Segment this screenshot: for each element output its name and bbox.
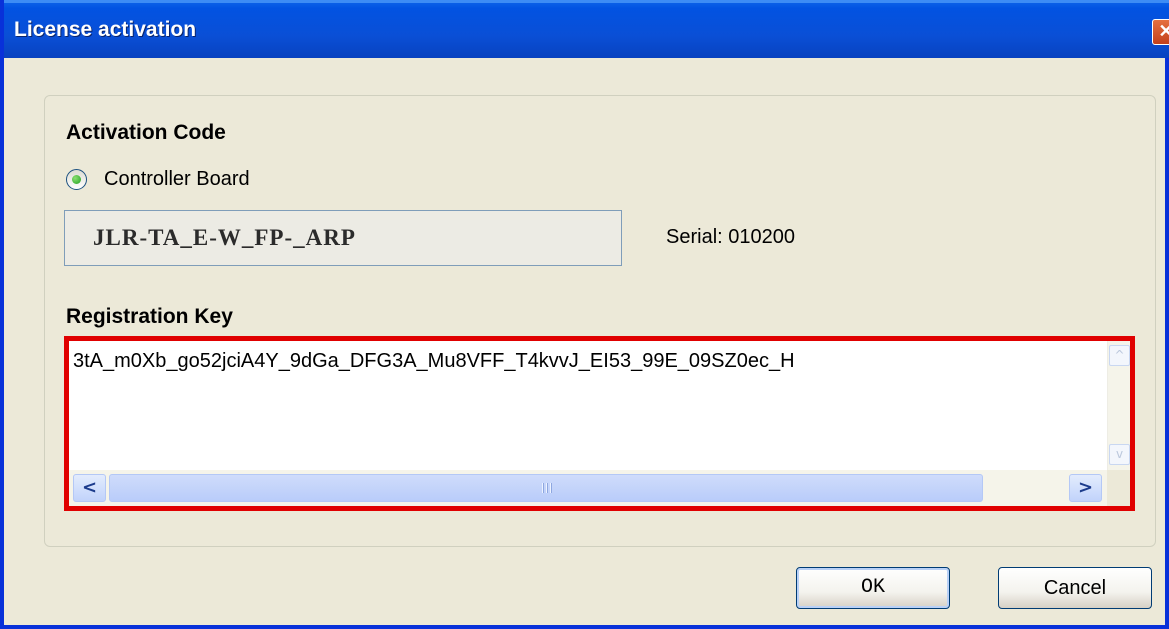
scroll-right-button[interactable]: > bbox=[1069, 474, 1102, 502]
scrollbar-corner bbox=[1107, 470, 1130, 506]
scroll-right-icon: > bbox=[1077, 477, 1094, 498]
window-title: License activation bbox=[14, 18, 197, 41]
activation-code-value: JLR-TA_E-W_FP-_ARP bbox=[93, 225, 356, 250]
license-activation-dialog: License activation ✕ Activation Code Con… bbox=[0, 0, 1169, 629]
close-button[interactable]: ✕ bbox=[1152, 19, 1169, 45]
cancel-button[interactable]: Cancel bbox=[998, 567, 1152, 609]
scroll-grip-icon bbox=[542, 483, 554, 493]
horizontal-scrollbar[interactable]: < > bbox=[69, 470, 1107, 506]
registration-key-value: 3tA_m0Xb_go52jciA4Y_9dGa_DFG3A_Mu8VFF_T4… bbox=[73, 350, 795, 372]
activation-code-field[interactable]: JLR-TA_E-W_FP-_ARP bbox=[64, 210, 622, 266]
scroll-down-button[interactable]: v bbox=[1109, 444, 1130, 465]
title-bar[interactable]: License activation ✕ bbox=[4, 0, 1169, 58]
controller-board-label[interactable]: Controller Board bbox=[104, 168, 250, 191]
radio-selected-icon bbox=[72, 175, 81, 184]
controller-board-radio[interactable] bbox=[66, 169, 87, 190]
registration-key-field[interactable]: 3tA_m0Xb_go52jciA4Y_9dGa_DFG3A_Mu8VFF_T4… bbox=[64, 336, 1135, 511]
scroll-left-button[interactable]: < bbox=[73, 474, 106, 502]
scroll-down-icon: v bbox=[1115, 447, 1124, 461]
scroll-left-icon: < bbox=[81, 477, 98, 498]
vertical-scrollbar[interactable]: ^ v bbox=[1107, 341, 1130, 470]
activation-code-heading: Activation Code bbox=[66, 121, 226, 144]
close-icon: ✕ bbox=[1158, 21, 1169, 41]
ok-button[interactable]: OK bbox=[796, 567, 950, 609]
horizontal-scroll-thumb[interactable] bbox=[109, 474, 983, 502]
registration-key-heading: Registration Key bbox=[66, 305, 233, 328]
serial-number-label: Serial: 010200 bbox=[666, 226, 795, 248]
scroll-up-icon: ^ bbox=[1114, 348, 1125, 362]
scroll-up-button[interactable]: ^ bbox=[1109, 345, 1130, 366]
